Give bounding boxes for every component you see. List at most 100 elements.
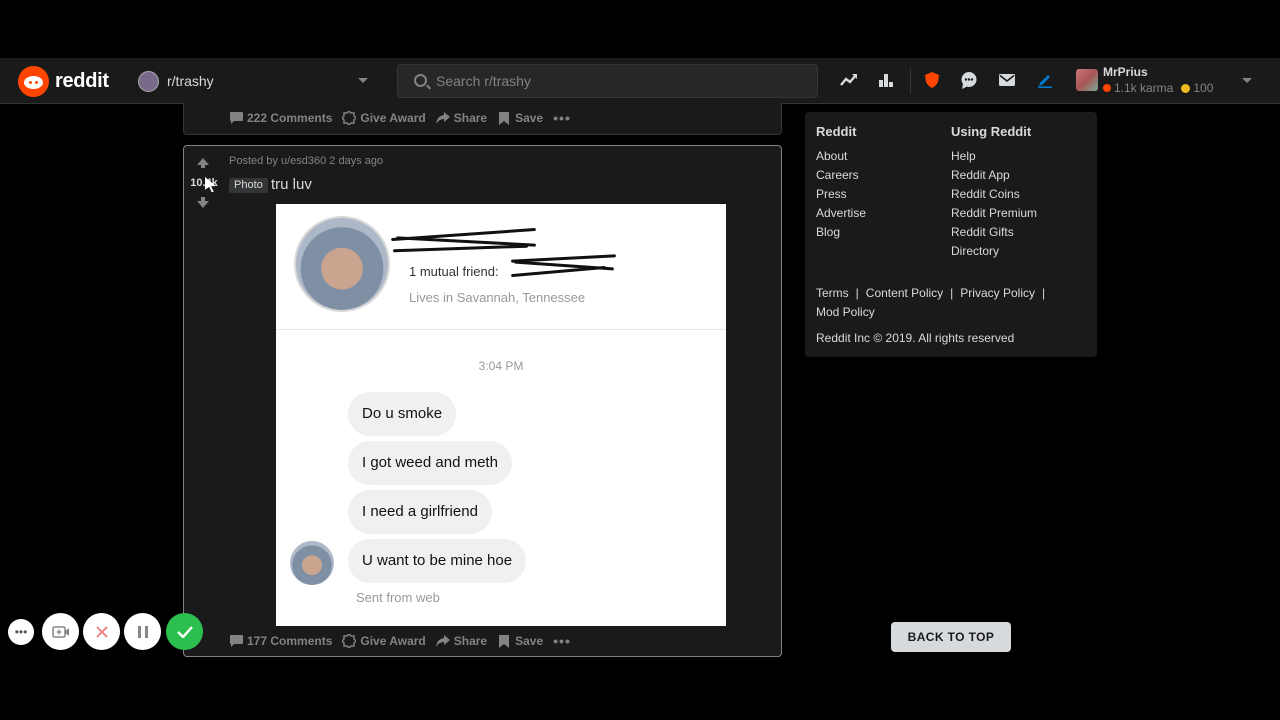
header-divider: [910, 68, 911, 94]
chevron-down-icon: [1242, 78, 1252, 83]
redacted-name: [391, 225, 541, 255]
post-image[interactable]: 1 mutual friend: Lives in Savannah, Tenn…: [276, 204, 726, 626]
save-label: Save: [515, 111, 544, 125]
chat-bubble: I need a girlfriend: [348, 490, 492, 534]
post-actions: 177 Comments Give Award Share Save •••: [229, 631, 571, 651]
chat-bubble: U want to be mine hoe: [348, 539, 527, 583]
user-menu[interactable]: MrPrius 1.1k karma 100: [1076, 64, 1266, 98]
reddit-logo[interactable]: reddit: [18, 66, 109, 97]
link-blog[interactable]: Blog: [816, 225, 840, 239]
vote-column: 10.4k: [184, 146, 224, 656]
mod-shield-icon[interactable]: [922, 70, 942, 90]
subreddit-name: r/trashy: [167, 73, 214, 89]
post-title[interactable]: tru luv: [271, 176, 312, 193]
share-icon: [435, 634, 450, 648]
top-nav-bar: reddit r/trashy Search r/trashy MrPrius …: [0, 58, 1280, 104]
give-award-label: Give Award: [360, 634, 426, 648]
comments-button[interactable]: 222 Comments: [229, 111, 332, 125]
award-icon: [342, 111, 357, 125]
logo-text: reddit: [55, 70, 109, 92]
link-privacy-policy[interactable]: Privacy Policy: [960, 286, 1035, 300]
post-card[interactable]: 10.4k Posted by u/esd360 2 days ago Phot…: [183, 145, 782, 657]
give-award-button[interactable]: Give Award: [342, 111, 426, 125]
link-advertise[interactable]: Advertise: [816, 206, 866, 220]
share-label: Share: [453, 111, 488, 125]
more-icon[interactable]: •••: [8, 619, 34, 645]
username: MrPrius: [1103, 65, 1148, 79]
comments-button[interactable]: 177 Comments: [229, 634, 332, 648]
camera-icon[interactable]: [42, 613, 79, 650]
more-options-icon[interactable]: •••: [553, 110, 571, 126]
upvote-icon[interactable]: [197, 158, 209, 168]
subreddit-avatar: [138, 70, 159, 92]
link-reddit-gifts[interactable]: Reddit Gifts: [951, 225, 1014, 239]
link-press[interactable]: Press: [816, 187, 847, 201]
more-options-icon[interactable]: •••: [553, 633, 571, 649]
save-button[interactable]: Save: [497, 634, 543, 648]
award-icon: [342, 634, 357, 648]
using-reddit-heading: Using Reddit: [951, 124, 1032, 139]
search-icon: [414, 74, 427, 87]
reddit-alien-icon: [18, 66, 49, 97]
sidebar-footer-card: Reddit About Careers Press Advertise Blo…: [805, 112, 1097, 357]
previous-post-card: 222 Comments Give Award Share Save •••: [183, 103, 782, 135]
stats-icon[interactable]: [876, 70, 896, 90]
save-button[interactable]: Save: [497, 111, 543, 125]
link-reddit-app[interactable]: Reddit App: [951, 168, 1010, 182]
back-to-top-button[interactable]: BACK TO TOP: [891, 622, 1011, 652]
link-reddit-coins[interactable]: Reddit Coins: [951, 187, 1020, 201]
share-button[interactable]: Share: [435, 111, 488, 125]
link-mod-policy[interactable]: Mod Policy: [816, 305, 875, 319]
chat-bubble: I got weed and meth: [348, 441, 512, 485]
comments-count: 177 Comments: [247, 634, 333, 648]
pause-icon[interactable]: [124, 613, 161, 650]
give-award-button[interactable]: Give Award: [342, 634, 426, 648]
chat-avatar: [290, 541, 334, 585]
post-flair[interactable]: Photo: [229, 178, 268, 193]
downvote-icon[interactable]: [197, 197, 209, 208]
mutual-friends: 1 mutual friend:: [409, 264, 499, 279]
karma-row: 1.1k karma 100: [1103, 81, 1213, 95]
link-help[interactable]: Help: [951, 149, 976, 163]
close-icon[interactable]: [83, 613, 120, 650]
bookmark-icon: [497, 634, 511, 648]
link-terms[interactable]: Terms: [816, 286, 849, 300]
search-bar[interactable]: [397, 64, 818, 98]
save-label: Save: [515, 634, 544, 648]
share-label: Share: [453, 634, 488, 648]
link-reddit-premium[interactable]: Reddit Premium: [951, 206, 1037, 220]
create-post-icon[interactable]: [1035, 70, 1055, 90]
link-careers[interactable]: Careers: [816, 168, 859, 182]
share-button[interactable]: Share: [435, 634, 488, 648]
coin-count: 100: [1193, 81, 1214, 95]
location-text: Lives in Savannah, Tennessee: [409, 290, 586, 305]
redacted-friend: [510, 252, 621, 282]
checkmark-icon[interactable]: [166, 613, 203, 650]
copyright-text: Reddit Inc © 2019. All rights reserved: [816, 331, 1015, 345]
link-about[interactable]: About: [816, 149, 847, 163]
subreddit-dropdown[interactable]: r/trashy: [138, 69, 374, 93]
trending-icon[interactable]: [839, 70, 859, 90]
profile-photo: [294, 216, 390, 312]
chat-bubble: Do u smoke: [348, 392, 457, 436]
karma-value: 1.1k karma: [1114, 81, 1174, 95]
comment-icon: [229, 634, 243, 648]
post-actions: 222 Comments Give Award Share Save •••: [229, 108, 571, 128]
comment-icon: [229, 111, 243, 125]
search-input[interactable]: [436, 65, 806, 97]
comments-count: 222 Comments: [247, 111, 333, 125]
post-meta[interactable]: Posted by u/esd360 2 days ago: [229, 155, 383, 167]
policy-links: Terms | Content Policy | Privacy Policy | Mod …: [816, 286, 1046, 319]
vote-count: 10.4k: [190, 177, 218, 189]
mail-icon[interactable]: [997, 70, 1017, 90]
sent-from-text: Sent from web: [356, 590, 440, 605]
chat-icon[interactable]: [959, 70, 979, 90]
chevron-down-icon: [358, 78, 368, 83]
share-icon: [435, 111, 450, 125]
reddit-heading: Reddit: [816, 124, 857, 139]
link-content-policy[interactable]: Content Policy: [866, 286, 943, 300]
link-directory[interactable]: Directory: [951, 244, 999, 258]
chat-timestamp: 3:04 PM: [478, 359, 524, 373]
bookmark-icon: [497, 111, 511, 125]
coin-icon: [1181, 83, 1191, 93]
